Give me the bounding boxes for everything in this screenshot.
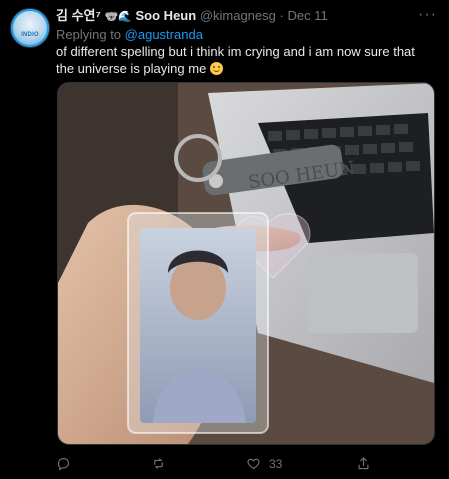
share-button[interactable] <box>356 456 379 471</box>
heart-icon <box>247 458 260 470</box>
trackpad <box>308 253 418 333</box>
replying-prefix: Replying to <box>56 27 122 42</box>
retweet-button[interactable] <box>151 456 174 471</box>
display-name[interactable]: Soo Heun <box>136 8 197 23</box>
like-count: 33 <box>269 456 283 471</box>
like-button[interactable]: 33 <box>246 456 282 471</box>
reply-button[interactable] <box>56 456 79 471</box>
tweet-photo[interactable]: SOO HEUN <box>57 82 435 445</box>
share-icon <box>358 457 369 470</box>
avatar-ring <box>11 9 49 47</box>
replying-to: Replying to @agustranda <box>56 27 203 43</box>
separator-dot: · <box>279 8 284 23</box>
smiling-face-icon <box>209 62 223 75</box>
avatar[interactable]: INDIO <box>10 8 50 48</box>
retweet-icon <box>154 458 163 469</box>
author-handle[interactable]: @kimagnesg <box>200 8 276 23</box>
more-options-icon[interactable]: ··· <box>418 6 437 24</box>
reply-icon <box>57 457 70 471</box>
photo-keychain-illustration: SOO HEUN <box>58 83 434 444</box>
tweet-header: 김 수연⁷ 🐨🌊 Soo Heun @kimagnesg · Dec 11 <box>56 8 328 25</box>
tweet-body: of different spelling but i think im cry… <box>56 44 415 76</box>
tweet-actions: 33 <box>56 456 436 474</box>
replying-to-link[interactable]: @agustranda <box>125 27 203 42</box>
tweet[interactable]: INDIO 김 수연⁷ 🐨🌊 Soo Heun @kimagnesg · Dec… <box>0 0 449 479</box>
author-name[interactable]: 김 수연⁷ <box>56 8 101 23</box>
avatar-tag: INDIO <box>21 32 39 38</box>
tweet-date[interactable]: Dec 11 <box>287 8 327 23</box>
author-emojis: 🐨🌊 <box>104 11 132 23</box>
tweet-text: of different spelling but i think im cry… <box>56 43 436 77</box>
